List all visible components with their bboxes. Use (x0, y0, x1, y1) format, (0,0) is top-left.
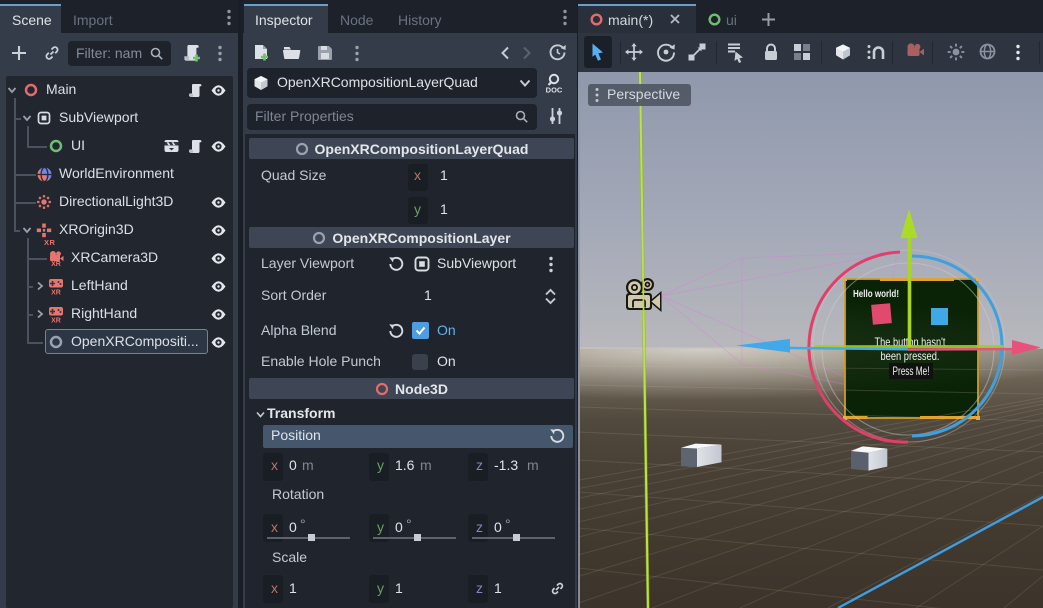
svg-text:XR: XR (51, 317, 61, 324)
svg-text:been pressed.: been pressed. (881, 349, 940, 363)
svg-text:Press Me!: Press Me! (893, 364, 930, 378)
svg-text:Hello world!: Hello world! (853, 289, 899, 300)
svg-text:DOC: DOC (546, 86, 563, 95)
svg-text:XR: XR (51, 289, 61, 296)
svg-text:XR: XR (51, 261, 61, 268)
